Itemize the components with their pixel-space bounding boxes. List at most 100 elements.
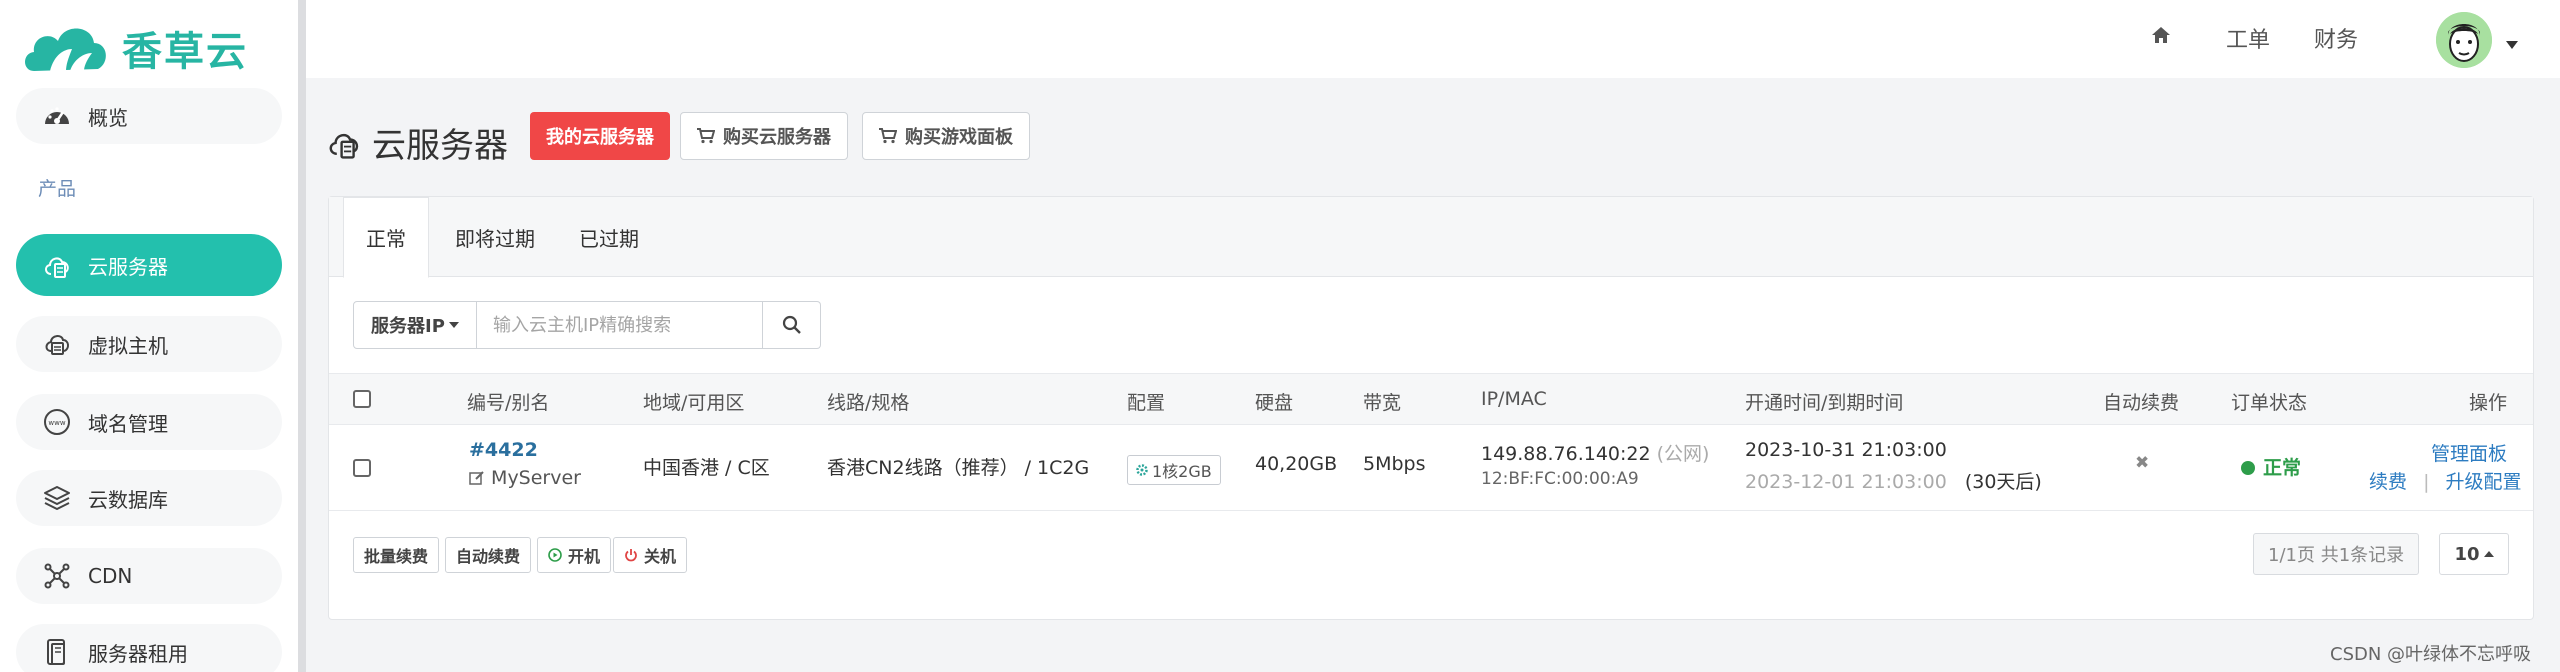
sidebar: 香草云 概览 产品 云服务器 虚拟主机 www 域名管理 云数据库 CDN 服务… — [0, 0, 298, 672]
avatar-icon[interactable] — [2436, 12, 2492, 68]
config-text: 1核2GB — [1152, 462, 1212, 481]
sidebar-item-virtual-host[interactable]: 虚拟主机 — [16, 316, 282, 372]
expire-time: 2023-12-01 21:03:00 — [1745, 471, 1947, 493]
ip-tag: (公网) — [1656, 443, 1710, 465]
page-size-value: 10 — [2454, 543, 2480, 565]
upgrade-link[interactable]: 升级配置 — [2446, 471, 2522, 493]
action-separator: | — [2423, 471, 2430, 493]
buy-game-panel-button[interactable]: 购买游戏面板 — [862, 112, 1030, 160]
sidebar-section-products: 产品 — [38, 178, 77, 200]
row-actions: 续费 | 升级配置 — [2369, 467, 2522, 494]
status-dot-icon — [2241, 461, 2255, 475]
column-header: 开通时间/到期时间 — [1745, 392, 1904, 414]
search-field-select[interactable]: 服务器IP — [353, 301, 477, 349]
mac-address: 12:BF:FC:00:00:A9 — [1481, 469, 1639, 489]
column-header: 操作 — [2469, 392, 2508, 414]
search-icon — [782, 315, 801, 334]
table-header: 编号/别名 地域/可用区 线路/规格 配置 硬盘 带宽 IP/MAC 开通时间/… — [329, 373, 2533, 425]
sidebar-item-label: CDN — [88, 564, 133, 588]
ip-address: 149.88.76.140:22 — [1481, 443, 1651, 465]
batch-renew-button[interactable]: 批量续费 — [353, 537, 440, 573]
tab-normal[interactable]: 正常 — [343, 197, 429, 278]
tab-expiring[interactable]: 即将过期 — [455, 197, 535, 277]
column-header: 编号/别名 — [467, 392, 550, 414]
select-all-checkbox[interactable] — [353, 390, 371, 408]
sidebar-item-label: 概览 — [88, 105, 128, 130]
database-icon — [42, 483, 72, 513]
power-off-button[interactable]: 关机 — [613, 537, 688, 573]
buy-server-label: 购买云服务器 — [723, 127, 831, 148]
column-header: 硬盘 — [1255, 392, 1294, 414]
server-alias[interactable]: MyServer — [469, 467, 581, 489]
column-header: 配置 — [1127, 392, 1166, 414]
region-cell: 中国香港 / C区 — [643, 457, 770, 479]
config-tag: 1核2GB — [1127, 455, 1221, 485]
sidebar-item-server-rental[interactable]: 服务器租用 — [16, 624, 282, 672]
disk-cell: 40,20GB — [1255, 453, 1338, 475]
sidebar-item-domain[interactable]: www 域名管理 — [16, 394, 282, 450]
line-spec-cell: 香港CN2线路（推荐） / 1C2G — [827, 457, 1090, 479]
power-on-button[interactable]: 开机 — [537, 537, 612, 573]
open-time: 2023-10-31 21:03:00 — [1745, 439, 1947, 461]
power-icon — [625, 549, 637, 562]
sidebar-scrollbar[interactable] — [298, 0, 306, 672]
finance-link[interactable]: 财务 — [2314, 22, 2358, 54]
ticket-link[interactable]: 工单 — [2226, 22, 2270, 54]
sidebar-item-label: 云数据库 — [88, 487, 168, 512]
power-on-label: 开机 — [568, 547, 601, 566]
gear-icon — [1136, 464, 1148, 476]
buy-server-button[interactable]: 购买云服务器 — [680, 112, 848, 160]
sidebar-item-cloud-server[interactable]: 云服务器 — [16, 234, 282, 296]
search-field-label: 服务器IP — [371, 316, 445, 337]
buy-game-panel-label: 购买游戏面板 — [905, 127, 1013, 148]
expire-hint: (30天后) — [1964, 471, 2042, 493]
watermark: CSDN @叶绿体不忘呼吸 — [2330, 644, 2532, 665]
server-id-link[interactable]: #4422 — [469, 439, 538, 461]
top-header — [306, 0, 2560, 78]
brand-cloud-icon — [25, 28, 106, 71]
column-header: 地域/可用区 — [643, 392, 745, 414]
dashboard-icon — [42, 101, 72, 131]
search-input[interactable] — [477, 301, 763, 349]
column-header: IP/MAC — [1481, 388, 1547, 410]
sidebar-item-label: 云服务器 — [88, 254, 168, 279]
auto-renew-button[interactable]: 自动续费 — [445, 537, 532, 573]
ip-cell: 149.88.76.140:22 (公网) — [1481, 439, 1709, 466]
play-circle-icon — [548, 548, 562, 562]
virtual-host-icon — [42, 329, 72, 359]
row-checkbox[interactable] — [353, 459, 371, 477]
cloud-server-icon — [329, 133, 359, 159]
cdn-icon — [42, 561, 72, 591]
tab-expired[interactable]: 已过期 — [579, 197, 639, 277]
pagination-info: 1/1页 共1条记录 — [2253, 533, 2420, 575]
cart-icon — [697, 128, 715, 144]
home-icon[interactable] — [2150, 24, 2172, 52]
caret-up-icon — [2483, 551, 2494, 557]
column-header: 带宽 — [1363, 392, 1402, 414]
power-off-label: 关机 — [644, 547, 677, 566]
server-alias-text: MyServer — [491, 467, 581, 489]
domain-icon: www — [42, 407, 72, 437]
edit-icon — [469, 471, 484, 485]
manage-panel-link[interactable]: 管理面板 — [2431, 439, 2507, 466]
search-group: 服务器IP — [353, 301, 821, 349]
column-header: 订单状态 — [2231, 392, 2308, 414]
brand-name: 香草云 — [122, 29, 248, 75]
bandwidth-cell: 5Mbps — [1363, 453, 1426, 475]
sidebar-item-database[interactable]: 云数据库 — [16, 470, 282, 526]
server-list-panel: 正常 即将过期 已过期 服务器IP 编号/别名 地域/可用区 线路/规格 配置 … — [328, 196, 2534, 620]
expire-cell: 2023-12-01 21:03:00 (30天后) — [1745, 467, 2042, 494]
renew-link[interactable]: 续费 — [2369, 471, 2407, 493]
page-size-select[interactable]: 10 — [2439, 533, 2509, 575]
search-button[interactable] — [763, 301, 821, 349]
sidebar-item-overview[interactable]: 概览 — [16, 88, 282, 144]
my-servers-button[interactable]: 我的云服务器 — [530, 112, 670, 160]
sidebar-item-label: 虚拟主机 — [88, 333, 168, 358]
page-heading: 云服务器 — [326, 118, 508, 167]
sidebar-item-label: 服务器租用 — [88, 641, 188, 666]
server-rental-icon — [42, 637, 72, 667]
brand-logo[interactable]: 香草云 — [20, 16, 248, 80]
column-header: 自动续费 — [2103, 392, 2180, 414]
chevron-down-icon[interactable] — [2506, 34, 2518, 53]
sidebar-item-cdn[interactable]: CDN — [16, 548, 282, 604]
